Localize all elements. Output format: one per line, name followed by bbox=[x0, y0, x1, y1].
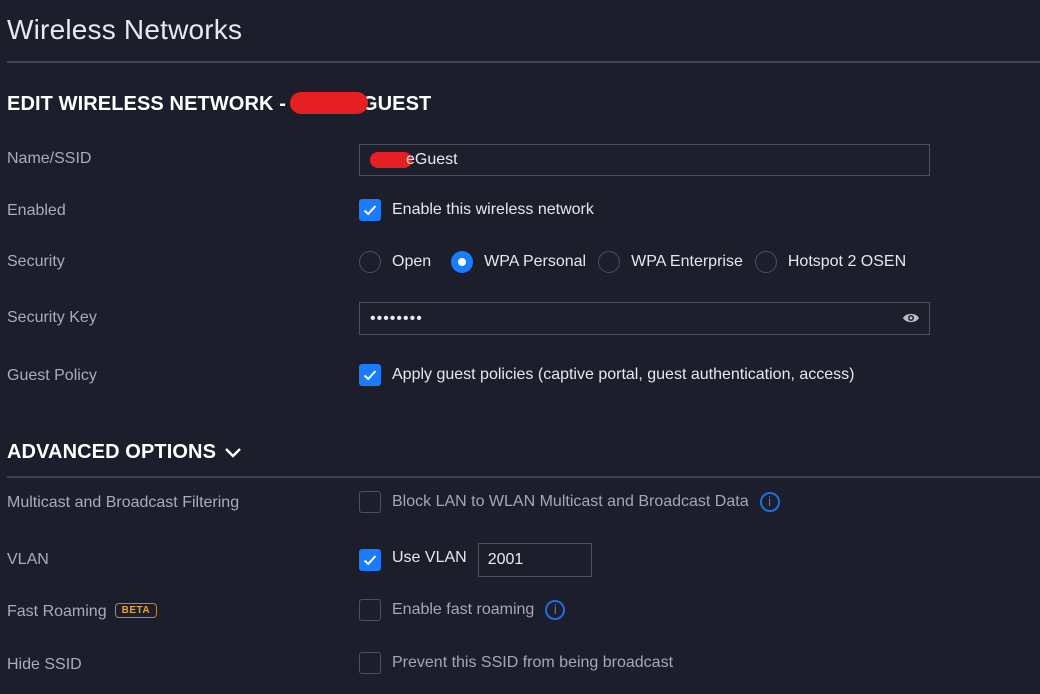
radio-hotspot-osen[interactable] bbox=[754, 251, 777, 273]
radio-hotspot-osen-label[interactable]: Hotspot 2 OSEN bbox=[788, 253, 906, 271]
checkmark-icon bbox=[363, 555, 377, 566]
vlan-id-input[interactable]: 2001 bbox=[477, 543, 592, 577]
ssid-value: eGuest bbox=[406, 151, 458, 168]
fast-roaming-label: Fast Roaming BETA bbox=[7, 603, 158, 621]
redaction-mark bbox=[289, 91, 368, 114]
guest-policy-label: Guest Policy bbox=[7, 367, 97, 384]
checkmark-icon bbox=[363, 370, 377, 381]
enable-network-option[interactable]: Enable this wireless network bbox=[359, 199, 594, 221]
advanced-options-toggle[interactable]: ADVANCED OPTIONS bbox=[7, 441, 242, 464]
guest-policy-checkbox[interactable] bbox=[359, 364, 381, 386]
security-radio-group: Open WPA Personal WPA Enterprise Hotspot… bbox=[359, 251, 918, 273]
hide-ssid-label: Hide SSID bbox=[7, 656, 82, 673]
multicast-checkbox[interactable] bbox=[359, 491, 381, 513]
use-vlan-text[interactable]: Use VLAN bbox=[392, 549, 467, 567]
ssid-input[interactable]: eGuest bbox=[359, 144, 930, 176]
security-key-label: Security Key bbox=[7, 309, 97, 326]
enable-network-text: Enable this wireless network bbox=[392, 201, 594, 218]
guest-policy-text: Apply guest policies (captive portal, gu… bbox=[392, 366, 855, 383]
name-ssid-label: Name/SSID bbox=[7, 150, 92, 167]
radio-wpa-personal[interactable] bbox=[451, 251, 474, 273]
radio-wpa-enterprise-label[interactable]: WPA Enterprise bbox=[631, 253, 743, 271]
checkmark-icon bbox=[363, 205, 377, 216]
radio-wpa-personal-label[interactable]: WPA Personal bbox=[484, 253, 586, 271]
hide-ssid-text: Prevent this SSID from being broadcast bbox=[392, 654, 674, 671]
vlan-label: VLAN bbox=[7, 551, 49, 568]
multicast-label: Multicast and Broadcast Filtering bbox=[7, 494, 240, 511]
radio-wpa-enterprise[interactable] bbox=[598, 251, 621, 273]
advanced-divider bbox=[7, 476, 1040, 478]
security-label: Security bbox=[7, 253, 65, 270]
multicast-option[interactable]: Block LAN to WLAN Multicast and Broadcas… bbox=[359, 491, 780, 513]
beta-badge: BETA bbox=[114, 603, 158, 619]
eye-icon[interactable] bbox=[902, 311, 920, 325]
edit-heading-prefix: EDIT WIRELESS NETWORK - bbox=[7, 93, 286, 115]
edit-heading-suffix: GUEST bbox=[361, 93, 432, 115]
security-key-input[interactable]: •••••••• bbox=[359, 302, 930, 335]
fast-roaming-checkbox[interactable] bbox=[359, 599, 381, 621]
hide-ssid-checkbox[interactable] bbox=[359, 652, 381, 674]
use-vlan-checkbox[interactable] bbox=[359, 549, 381, 571]
info-icon[interactable]: i bbox=[759, 492, 780, 512]
guest-policy-option[interactable]: Apply guest policies (captive portal, gu… bbox=[359, 364, 854, 386]
chevron-down-icon bbox=[225, 447, 241, 458]
radio-open-label[interactable]: Open bbox=[392, 253, 431, 271]
vlan-option: Use VLAN 2001 bbox=[359, 543, 592, 577]
hide-ssid-option[interactable]: Prevent this SSID from being broadcast bbox=[359, 652, 673, 674]
enabled-label: Enabled bbox=[7, 202, 66, 219]
edit-network-heading: EDIT WIRELESS NETWORK - GUEST bbox=[7, 91, 432, 116]
fast-roaming-text: Enable fast roaming bbox=[392, 601, 535, 618]
multicast-text: Block LAN to WLAN Multicast and Broadcas… bbox=[392, 493, 749, 510]
radio-open[interactable] bbox=[359, 251, 381, 273]
info-icon[interactable]: i bbox=[545, 600, 566, 620]
security-key-value: •••••••• bbox=[370, 309, 423, 327]
advanced-options-title: ADVANCED OPTIONS bbox=[7, 441, 217, 463]
enable-network-checkbox[interactable] bbox=[359, 199, 381, 221]
page-title: Wireless Networks bbox=[7, 14, 243, 45]
fast-roaming-label-text: Fast Roaming bbox=[7, 603, 107, 620]
header-divider bbox=[7, 61, 1040, 63]
fast-roaming-option[interactable]: Enable fast roaming i bbox=[359, 599, 566, 621]
